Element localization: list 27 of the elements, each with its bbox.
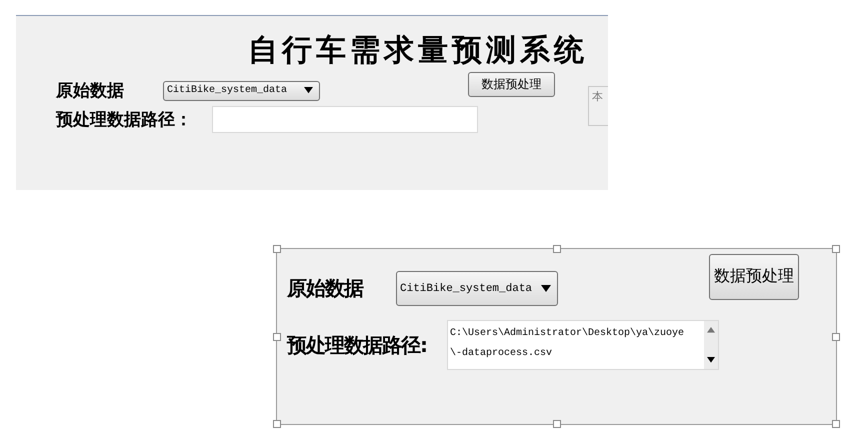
raw-data-label: 原始数据: [287, 275, 364, 302]
scrollbar[interactable]: [704, 321, 718, 369]
resize-handle[interactable]: [273, 420, 281, 428]
path-label: 预处理数据路径:: [287, 332, 428, 358]
caret-icon: [541, 285, 551, 292]
text-box[interactable]: 本: [588, 86, 608, 126]
resize-handle[interactable]: [273, 332, 281, 340]
caret-icon: [304, 87, 313, 94]
dataset-dropdown[interactable]: CitiBike_system_data: [396, 271, 558, 306]
resize-handle[interactable]: [273, 245, 281, 253]
path-label: 预处理数据路径：: [56, 109, 193, 131]
resize-handle[interactable]: [832, 245, 840, 253]
resize-handle[interactable]: [832, 332, 840, 340]
scroll-down-icon: [707, 357, 715, 363]
path-text: \-dataprocess.csv: [450, 346, 554, 361]
path-text: C:\Users\Administrator\Desktop\ya\zuoye: [450, 326, 686, 341]
raw-data-label: 原始数据: [56, 80, 125, 102]
resize-handle[interactable]: [552, 245, 560, 253]
dataset-dropdown[interactable]: CitiBike_system_data: [163, 80, 320, 100]
path-text-area[interactable]: C:\Users\Administrator\Desktop\ya\zuoye \-dataprocess.csv: [447, 320, 719, 370]
resize-handle[interactable]: [832, 420, 840, 428]
resize-handle[interactable]: [552, 420, 560, 428]
preprocess-button[interactable]: 数据预处理: [468, 72, 555, 97]
preprocess-button[interactable]: 数据预处理: [709, 254, 799, 300]
path-input-field[interactable]: [212, 106, 478, 133]
window-title: 自行车需求量预测系统: [248, 32, 588, 70]
scroll-up-icon: [707, 327, 715, 333]
